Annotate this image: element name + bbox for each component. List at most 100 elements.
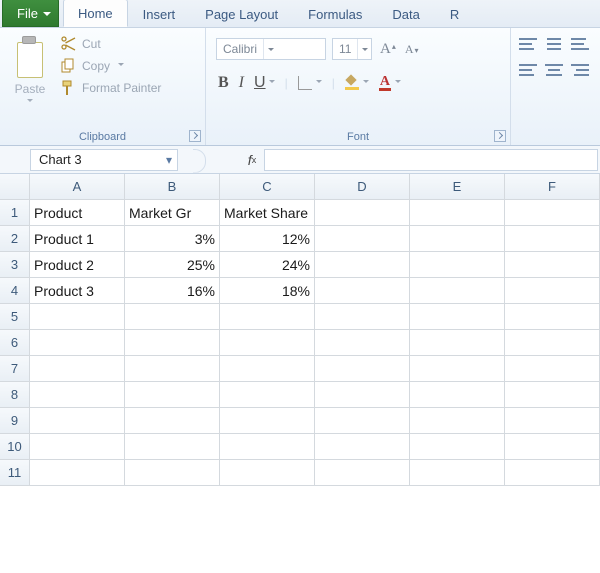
cell-C7[interactable] [220, 356, 315, 382]
row-header-1[interactable]: 1 [0, 200, 30, 226]
col-header-A[interactable]: A [30, 174, 125, 200]
cell-A8[interactable] [30, 382, 125, 408]
cell-D2[interactable] [315, 226, 410, 252]
select-all-corner[interactable] [0, 174, 30, 200]
formula-bar-input[interactable] [264, 149, 598, 171]
cell-E9[interactable] [410, 408, 505, 434]
align-middle-button[interactable] [545, 38, 563, 50]
cell-C6[interactable] [220, 330, 315, 356]
name-box[interactable]: Chart 3 ▾ [30, 149, 178, 171]
row-header-6[interactable]: 6 [0, 330, 30, 356]
cell-E10[interactable] [410, 434, 505, 460]
cell-D7[interactable] [315, 356, 410, 382]
cell-C5[interactable] [220, 304, 315, 330]
cell-E6[interactable] [410, 330, 505, 356]
cell-A6[interactable] [30, 330, 125, 356]
cell-B8[interactable] [125, 382, 220, 408]
cell-B3[interactable]: 25% [125, 252, 220, 278]
cell-F3[interactable] [505, 252, 600, 278]
cell-B11[interactable] [125, 460, 220, 486]
cell-A11[interactable] [30, 460, 125, 486]
col-header-D[interactable]: D [315, 174, 410, 200]
cell-D5[interactable] [315, 304, 410, 330]
cell-D11[interactable] [315, 460, 410, 486]
tab-home[interactable]: Home [63, 0, 128, 27]
cut-button[interactable]: Cut [60, 36, 161, 52]
decrease-font-size-button[interactable]: A [403, 42, 420, 57]
cell-F6[interactable] [505, 330, 600, 356]
font-color-button[interactable]: A [379, 76, 401, 91]
cell-B4[interactable]: 16% [125, 278, 220, 304]
spreadsheet-grid[interactable]: A B C D E F 1 Product Market Gr Market S… [0, 174, 600, 486]
dialog-launcher-icon[interactable] [494, 130, 506, 142]
cell-F2[interactable] [505, 226, 600, 252]
cell-B7[interactable] [125, 356, 220, 382]
align-left-button[interactable] [519, 64, 537, 76]
cell-A3[interactable]: Product 2 [30, 252, 125, 278]
row-header-2[interactable]: 2 [0, 226, 30, 252]
cell-B9[interactable] [125, 408, 220, 434]
row-header-4[interactable]: 4 [0, 278, 30, 304]
col-header-F[interactable]: F [505, 174, 600, 200]
cell-C2[interactable]: 12% [220, 226, 315, 252]
row-header-8[interactable]: 8 [0, 382, 30, 408]
cell-B1[interactable]: Market Gr [125, 200, 220, 226]
tab-page-layout[interactable]: Page Layout [190, 0, 293, 27]
font-name-combo[interactable]: Calibri [216, 38, 326, 60]
cell-C9[interactable] [220, 408, 315, 434]
borders-button[interactable] [298, 76, 322, 90]
cell-E4[interactable] [410, 278, 505, 304]
cell-A4[interactable]: Product 3 [30, 278, 125, 304]
cell-F1[interactable] [505, 200, 600, 226]
cell-A2[interactable]: Product 1 [30, 226, 125, 252]
col-header-C[interactable]: C [220, 174, 315, 200]
tab-insert[interactable]: Insert [128, 0, 191, 27]
bold-button[interactable]: B [218, 74, 229, 92]
row-header-5[interactable]: 5 [0, 304, 30, 330]
tab-r-partial[interactable]: R [435, 0, 474, 27]
cell-F10[interactable] [505, 434, 600, 460]
cell-D4[interactable] [315, 278, 410, 304]
cell-A10[interactable] [30, 434, 125, 460]
cell-F9[interactable] [505, 408, 600, 434]
cell-E11[interactable] [410, 460, 505, 486]
row-header-3[interactable]: 3 [0, 252, 30, 278]
cell-C1[interactable]: Market Share [220, 200, 315, 226]
cell-E7[interactable] [410, 356, 505, 382]
align-bottom-button[interactable] [571, 38, 589, 50]
insert-function-button[interactable]: fx [240, 149, 264, 171]
cell-B5[interactable] [125, 304, 220, 330]
row-header-7[interactable]: 7 [0, 356, 30, 382]
cell-C4[interactable]: 18% [220, 278, 315, 304]
cell-A5[interactable] [30, 304, 125, 330]
cell-E2[interactable] [410, 226, 505, 252]
copy-button[interactable]: Copy [60, 58, 161, 74]
italic-button[interactable]: I [239, 74, 244, 92]
cell-D9[interactable] [315, 408, 410, 434]
paste-button[interactable]: Paste [6, 32, 54, 127]
cell-C8[interactable] [220, 382, 315, 408]
col-header-B[interactable]: B [125, 174, 220, 200]
tab-file[interactable]: File [2, 0, 59, 27]
cell-A1[interactable]: Product [30, 200, 125, 226]
cell-A9[interactable] [30, 408, 125, 434]
cell-D8[interactable] [315, 382, 410, 408]
row-header-10[interactable]: 10 [0, 434, 30, 460]
cell-C11[interactable] [220, 460, 315, 486]
format-painter-button[interactable]: Format Painter [60, 80, 161, 96]
cell-E1[interactable] [410, 200, 505, 226]
align-top-button[interactable] [519, 38, 537, 50]
cell-D6[interactable] [315, 330, 410, 356]
cell-A7[interactable] [30, 356, 125, 382]
fill-color-button[interactable] [345, 76, 369, 90]
tab-formulas[interactable]: Formulas [293, 0, 377, 27]
font-size-combo[interactable]: 11 [332, 38, 372, 60]
underline-button[interactable]: U [254, 74, 275, 92]
row-header-11[interactable]: 11 [0, 460, 30, 486]
increase-font-size-button[interactable]: A [378, 41, 397, 58]
cell-D1[interactable] [315, 200, 410, 226]
tab-data[interactable]: Data [377, 0, 434, 27]
align-right-button[interactable] [571, 64, 589, 76]
cell-E5[interactable] [410, 304, 505, 330]
cell-B6[interactable] [125, 330, 220, 356]
